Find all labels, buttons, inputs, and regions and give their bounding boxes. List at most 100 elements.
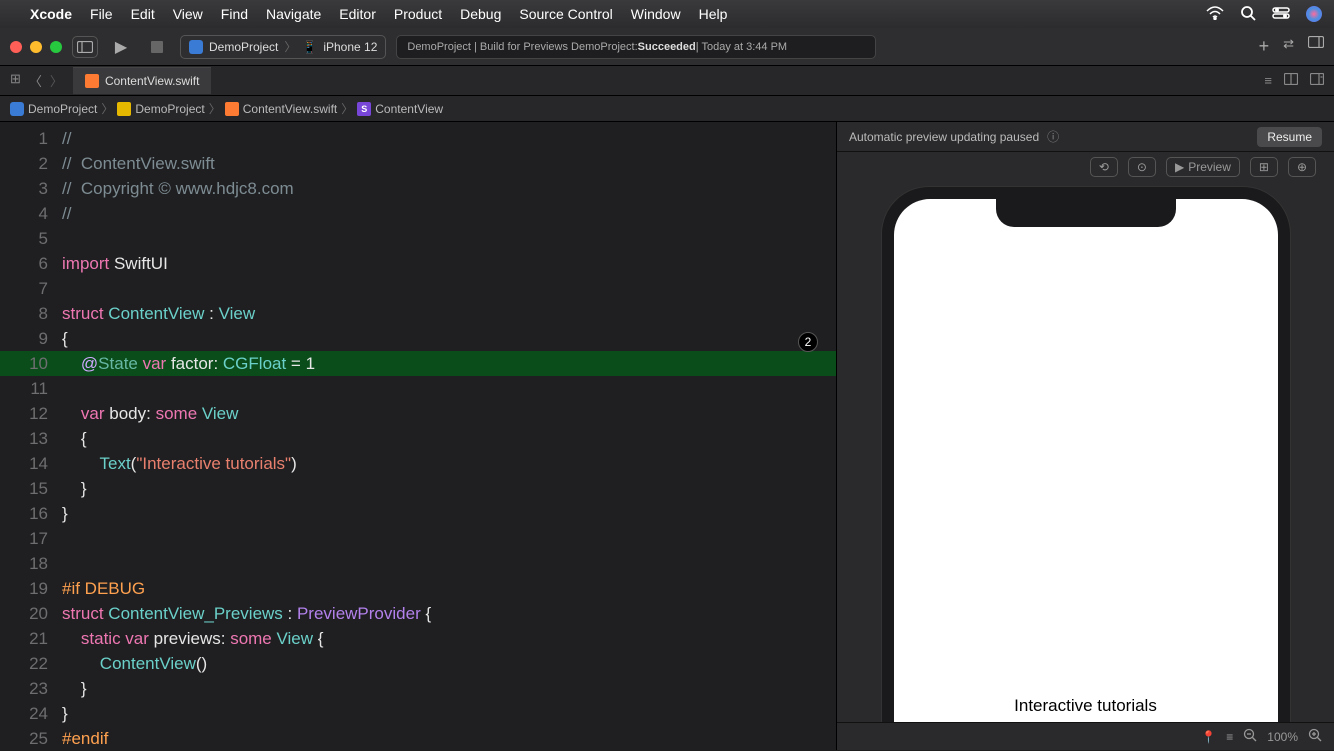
file-tab[interactable]: ContentView.swift: [73, 67, 212, 94]
adjust-editor-button[interactable]: [1284, 73, 1298, 88]
preview-device-button[interactable]: ⊞: [1250, 157, 1278, 177]
related-items-button[interactable]: ⊞: [10, 71, 21, 90]
crumb-folder[interactable]: DemoProject: [135, 102, 204, 116]
code-content: }: [62, 701, 68, 726]
menu-view[interactable]: View: [173, 6, 203, 22]
menu-help[interactable]: Help: [699, 6, 728, 22]
code-content: }: [62, 501, 68, 526]
code-line[interactable]: 3// Copyright © www.hdjc8.com: [0, 176, 836, 201]
code-content: }: [62, 476, 87, 501]
code-line[interactable]: 20struct ContentView_Previews : PreviewP…: [0, 601, 836, 626]
code-line[interactable]: 22 ContentView(): [0, 651, 836, 676]
preview-selector[interactable]: ▶ Preview: [1166, 157, 1240, 177]
live-preview-button[interactable]: ⟲: [1090, 157, 1118, 177]
line-number: 11: [0, 376, 62, 401]
line-number: 15: [0, 476, 62, 501]
resume-button[interactable]: Resume: [1257, 127, 1322, 147]
code-line[interactable]: 1//: [0, 126, 836, 151]
activity-status: DemoProject | Build for Previews DemoPro…: [396, 35, 876, 59]
forward-button[interactable]: 〉: [50, 71, 63, 90]
zoom-in-button[interactable]: [1308, 728, 1322, 745]
code-content: var body: some View: [62, 401, 238, 426]
project-icon: [10, 102, 24, 116]
run-button[interactable]: ▶: [108, 36, 134, 58]
add-button[interactable]: +: [1259, 36, 1270, 57]
editor-options-button[interactable]: ≡: [1264, 73, 1272, 88]
minimize-window-button[interactable]: [30, 41, 42, 53]
code-line[interactable]: 7: [0, 276, 836, 301]
code-line[interactable]: 9{: [0, 326, 836, 351]
menu-file[interactable]: File: [90, 6, 113, 22]
siri-icon[interactable]: [1306, 6, 1322, 22]
back-button[interactable]: 〈: [29, 71, 42, 90]
code-content: [62, 526, 67, 551]
wifi-icon[interactable]: [1206, 6, 1224, 23]
line-number: 13: [0, 426, 62, 451]
menu-source-control[interactable]: Source Control: [519, 6, 612, 22]
menu-product[interactable]: Product: [394, 6, 442, 22]
issue-badge[interactable]: 2: [798, 332, 818, 352]
close-window-button[interactable]: [10, 41, 22, 53]
code-content: [62, 276, 67, 301]
code-line[interactable]: 8struct ContentView : View: [0, 301, 836, 326]
code-content: @State var factor: CGFloat = 1: [62, 351, 315, 376]
phone-frame: Interactive tutorials: [881, 186, 1291, 722]
menu-edit[interactable]: Edit: [131, 6, 155, 22]
control-center-icon[interactable]: [1272, 6, 1290, 22]
code-editor[interactable]: 2 1//2// ContentView.swift3// Copyright …: [0, 122, 836, 750]
code-line[interactable]: 4//: [0, 201, 836, 226]
line-number: 22: [0, 651, 62, 676]
code-line[interactable]: 15 }: [0, 476, 836, 501]
menu-editor[interactable]: Editor: [339, 6, 376, 22]
code-line[interactable]: 18: [0, 551, 836, 576]
menu-navigate[interactable]: Navigate: [266, 6, 321, 22]
preview-canvas[interactable]: Interactive tutorials: [837, 182, 1334, 722]
code-line[interactable]: 14 Text("Interactive tutorials"): [0, 451, 836, 476]
code-line[interactable]: 17: [0, 526, 836, 551]
code-content: struct ContentView : View: [62, 301, 255, 326]
preview-settings-button[interactable]: ≡: [1226, 730, 1233, 744]
status-result: Succeeded: [638, 41, 696, 53]
inspector-toggle-button[interactable]: [1308, 36, 1324, 57]
crumb-symbol[interactable]: ContentView: [375, 102, 443, 116]
preview-duplicate-button[interactable]: ⊕: [1288, 157, 1316, 177]
fullscreen-window-button[interactable]: [50, 41, 62, 53]
line-number: 9: [0, 326, 62, 351]
code-content: //: [62, 201, 71, 226]
code-line[interactable]: 11: [0, 376, 836, 401]
stop-button[interactable]: [144, 36, 170, 58]
app-menu[interactable]: Xcode: [30, 6, 72, 22]
scheme-selector[interactable]: DemoProject 〉 📱 iPhone 12: [180, 35, 386, 59]
code-line[interactable]: 19#if DEBUG: [0, 576, 836, 601]
code-review-button[interactable]: ⇄: [1283, 36, 1294, 57]
code-line[interactable]: 5: [0, 226, 836, 251]
code-line[interactable]: 25#endif: [0, 726, 836, 751]
code-content: ContentView(): [62, 651, 207, 676]
info-icon[interactable]: ⓘ: [1047, 128, 1059, 145]
crumb-project[interactable]: DemoProject: [28, 102, 97, 116]
spotlight-icon[interactable]: [1240, 5, 1256, 24]
menu-find[interactable]: Find: [221, 6, 248, 22]
code-line[interactable]: 6import SwiftUI: [0, 251, 836, 276]
add-editor-button[interactable]: [1310, 73, 1324, 88]
line-number: 3: [0, 176, 62, 201]
code-line[interactable]: 24}: [0, 701, 836, 726]
code-line[interactable]: 23 }: [0, 676, 836, 701]
code-content: [62, 376, 67, 401]
code-line[interactable]: 2// ContentView.swift: [0, 151, 836, 176]
pin-button[interactable]: 📍: [1201, 730, 1216, 744]
menu-debug[interactable]: Debug: [460, 6, 501, 22]
menu-window[interactable]: Window: [631, 6, 681, 22]
code-line[interactable]: 13 {: [0, 426, 836, 451]
app-icon: [189, 40, 203, 54]
code-line[interactable]: 12 var body: some View: [0, 401, 836, 426]
navigator-toggle-button[interactable]: [72, 36, 98, 58]
code-line[interactable]: 16}: [0, 501, 836, 526]
code-line[interactable]: 21 static var previews: some View {: [0, 626, 836, 651]
crumb-file[interactable]: ContentView.swift: [243, 102, 338, 116]
jump-bar[interactable]: DemoProject 〉 DemoProject 〉 ContentView.…: [0, 96, 1334, 122]
zoom-out-button[interactable]: [1243, 728, 1257, 745]
zoom-level[interactable]: 100%: [1267, 730, 1298, 744]
static-preview-button[interactable]: ⊙: [1128, 157, 1156, 177]
code-line[interactable]: 10 @State var factor: CGFloat = 1: [0, 351, 836, 376]
